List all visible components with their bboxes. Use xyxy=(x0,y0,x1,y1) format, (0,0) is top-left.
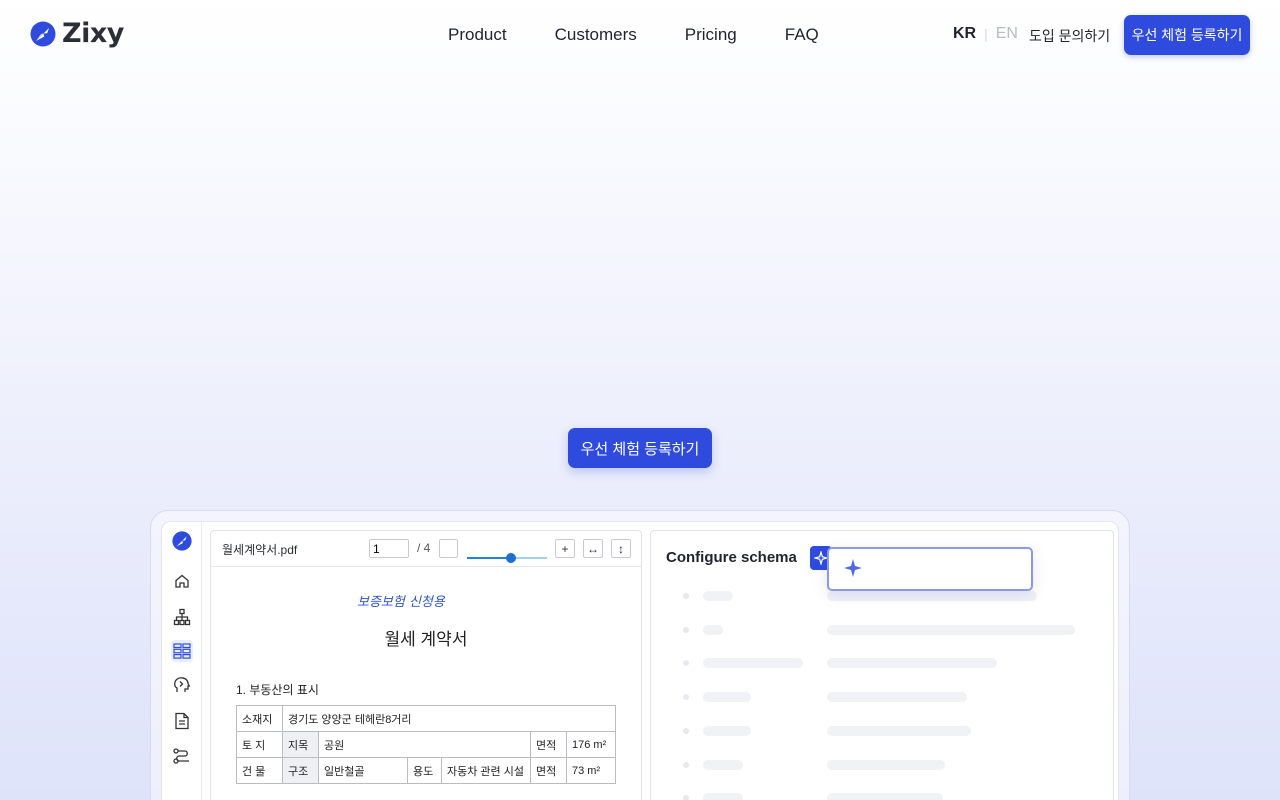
nav-pricing[interactable]: Pricing xyxy=(685,24,737,46)
field-dot xyxy=(683,728,689,734)
table-cell: 공원 xyxy=(318,731,531,758)
document-icon[interactable] xyxy=(171,710,193,732)
nav-faq[interactable]: FAQ xyxy=(785,24,819,46)
signup-button-hero[interactable]: 우선 체험 등록하기 xyxy=(568,428,712,468)
field-desc-placeholder xyxy=(827,793,943,800)
logo-icon xyxy=(30,21,56,47)
table-cell: 73 m² xyxy=(566,757,616,784)
field-name-placeholder xyxy=(703,793,743,800)
zoom-slider-fill xyxy=(467,557,511,559)
field-desc-placeholder xyxy=(827,591,1037,601)
mockup-sidebar xyxy=(162,522,202,800)
table-cell: 용도 xyxy=(407,757,442,784)
field-desc-placeholder xyxy=(827,726,971,736)
document-title: 월세 계약서 xyxy=(384,630,468,649)
table-cell: 일반철골 xyxy=(318,757,408,784)
table-cell: 면적 xyxy=(530,757,567,784)
zoom-slider[interactable] xyxy=(467,553,547,563)
lang-divider: | xyxy=(984,26,988,42)
field-dot xyxy=(683,660,689,666)
sparkle-icon xyxy=(844,559,862,577)
field-name-placeholder xyxy=(703,726,751,736)
table-cell: 소재지 xyxy=(236,705,283,732)
field-dot xyxy=(683,694,689,700)
language-switch: KR | EN xyxy=(953,25,1018,43)
ai-prompt-popover[interactable] xyxy=(827,547,1033,591)
table-cell: 구조 xyxy=(282,757,319,784)
table-cell: 지목 xyxy=(282,731,319,758)
field-desc-placeholder xyxy=(827,625,1075,635)
flow-icon[interactable] xyxy=(171,745,193,767)
table-row: 토 지 지목 공원 면적 176 m² xyxy=(236,731,616,758)
main-menu: Product Customers Pricing FAQ xyxy=(448,24,867,46)
field-desc-placeholder xyxy=(827,692,967,702)
contact-link[interactable]: 도입 문의하기 xyxy=(1029,26,1110,46)
product-mockup-frame: 월세계약서.pdf / 4 + ↔ ↕ 보증보험 신청용 월세 계약서 1. 부… xyxy=(150,510,1130,800)
logo-icon[interactable] xyxy=(171,530,193,552)
sitemap-icon[interactable] xyxy=(171,606,193,628)
field-desc-placeholder xyxy=(827,760,945,770)
table-cell: 176 m² xyxy=(566,731,616,758)
document-stamp: 보증보험 신청용 xyxy=(357,595,445,610)
property-table: 소재지 경기도 양양군 테헤란8거리 토 지 지목 공원 면적 176 m² 건… xyxy=(236,705,616,784)
page-number-input[interactable] xyxy=(369,539,409,558)
lang-en[interactable]: EN xyxy=(996,25,1018,43)
home-icon[interactable] xyxy=(171,570,193,592)
table-row: 소재지 경기도 양양군 테헤란8거리 xyxy=(236,705,616,732)
schema-title: Configure schema xyxy=(666,549,797,566)
grid-icon[interactable] xyxy=(171,640,193,662)
table-row: 건 물 구조 일반철골 용도 자동차 관련 시설 면적 73 m² xyxy=(236,757,616,784)
product-mockup: 월세계약서.pdf / 4 + ↔ ↕ 보증보험 신청용 월세 계약서 1. 부… xyxy=(161,521,1119,800)
field-dot xyxy=(683,795,689,800)
logo[interactable]: Zixy xyxy=(30,19,124,49)
viewer-toolbar: 월세계약서.pdf / 4 + ↔ ↕ xyxy=(211,531,641,567)
field-name-placeholder xyxy=(703,591,733,601)
schema-panel: Configure schema xyxy=(650,530,1114,800)
nav-product[interactable]: Product xyxy=(448,24,507,46)
page-option-box[interactable] xyxy=(439,539,458,558)
field-name-placeholder xyxy=(703,625,723,635)
field-name-placeholder xyxy=(703,658,803,668)
field-dot xyxy=(683,762,689,768)
page-total: / 4 xyxy=(417,541,431,555)
lang-kr[interactable]: KR xyxy=(953,25,976,43)
file-name: 월세계약서.pdf xyxy=(222,543,298,557)
fit-height-button[interactable]: ↕ xyxy=(611,539,631,558)
signup-button-header[interactable]: 우선 체험 등록하기 xyxy=(1124,15,1250,55)
zoom-in-button[interactable]: + xyxy=(555,539,575,558)
brain-icon[interactable] xyxy=(171,674,193,696)
field-desc-placeholder xyxy=(827,658,997,668)
fit-width-button[interactable]: ↔ xyxy=(583,539,603,558)
table-cell: 경기도 양양군 테헤란8거리 xyxy=(282,705,616,732)
field-dot xyxy=(683,593,689,599)
table-cell: 면적 xyxy=(530,731,567,758)
pdf-viewer: 월세계약서.pdf / 4 + ↔ ↕ 보증보험 신청용 월세 계약서 1. 부… xyxy=(210,530,642,800)
top-nav: Zixy Product Customers Pricing FAQ KR | … xyxy=(0,0,1280,70)
table-cell: 토 지 xyxy=(236,731,283,758)
field-name-placeholder xyxy=(703,692,751,702)
zoom-slider-knob[interactable] xyxy=(506,553,516,563)
document-section-title: 1. 부동산의 표시 xyxy=(236,683,319,697)
document-page: 보증보험 신청용 월세 계약서 1. 부동산의 표시 소재지 경기도 양양군 테… xyxy=(211,567,641,800)
nav-customers[interactable]: Customers xyxy=(555,24,637,46)
field-name-placeholder xyxy=(703,760,743,770)
table-cell: 자동차 관련 시설 xyxy=(441,757,531,784)
field-dot xyxy=(683,627,689,633)
logo-text: Zixy xyxy=(62,18,124,49)
table-cell: 건 물 xyxy=(236,757,283,784)
sparkle-icon xyxy=(814,551,828,565)
